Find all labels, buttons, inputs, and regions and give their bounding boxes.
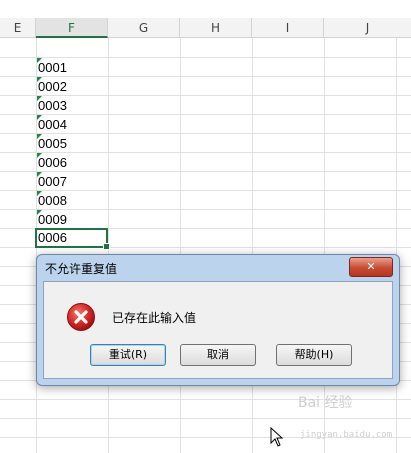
retry-button[interactable]: 重试(R) [90, 344, 166, 366]
text-number-indicator-icon [37, 210, 42, 215]
text-number-indicator-icon [37, 172, 42, 177]
dialog-title: 不允许重复值 [45, 262, 118, 276]
cell-f-value[interactable]: 0008 [37, 191, 107, 210]
watermark-url: jingyan.baidu.com [300, 430, 393, 440]
text-number-indicator-icon [37, 134, 42, 139]
gridline [0, 418, 411, 419]
column-header-j[interactable]: J [324, 18, 411, 38]
column-header-h[interactable]: H [180, 18, 252, 38]
dialog-body: 已存在此输入值 重试(R) 取消 帮助(H) [43, 281, 393, 379]
text-number-indicator-icon [37, 115, 42, 120]
cell-f-value[interactable]: 0005 [37, 134, 107, 153]
cell-f-value[interactable]: 0007 [37, 172, 107, 191]
gridline [180, 38, 181, 453]
text-number-indicator-icon [37, 153, 42, 158]
column-header-i[interactable]: I [252, 18, 324, 38]
cell-f-value[interactable]: 0004 [37, 115, 107, 134]
cell-f-value[interactable]: 0001 [37, 58, 107, 77]
text-number-indicator-icon [37, 191, 42, 196]
column-header-g[interactable]: G [108, 18, 180, 38]
text-number-indicator-icon [37, 96, 42, 101]
gridline [324, 38, 325, 453]
gridline [252, 38, 253, 453]
fill-handle[interactable] [103, 243, 110, 250]
text-number-indicator-icon [37, 77, 42, 82]
column-header-e[interactable]: E [0, 18, 36, 38]
cell-f-value[interactable]: 0009 [37, 210, 107, 229]
mouse-cursor-icon [270, 427, 284, 447]
cell-f-value[interactable]: 0006 [37, 153, 107, 172]
dialog-message: 已存在此输入值 [112, 311, 197, 325]
cell-f-value[interactable]: 0002 [37, 77, 107, 96]
text-number-indicator-icon [37, 58, 42, 63]
close-button[interactable]: ✕ [349, 257, 393, 277]
duplicate-value-dialog: 不允许重复值 ✕ 已存在此输入值 重试(R) 取消 帮助(H) [36, 254, 400, 386]
dialog-titlebar[interactable]: 不允许重复值 ✕ [37, 255, 399, 281]
gridline [396, 38, 397, 453]
error-icon [67, 303, 95, 331]
cancel-button[interactable]: 取消 [180, 344, 256, 366]
help-button[interactable]: 帮助(H) [276, 344, 352, 366]
ribbon-edge [0, 0, 411, 18]
selected-cell[interactable]: 0006 [35, 228, 110, 250]
watermark-logo: Bai 经验 [298, 395, 353, 411]
column-header-f[interactable]: F [36, 18, 108, 38]
cell-f-value[interactable]: 0003 [37, 96, 107, 115]
